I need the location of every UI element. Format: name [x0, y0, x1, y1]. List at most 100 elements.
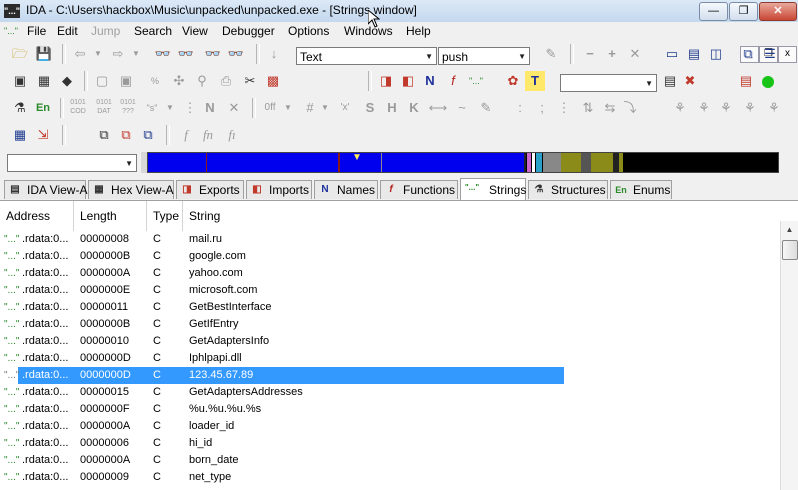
- exports-icon[interactable]: ◨: [376, 71, 396, 91]
- tab-ida-view-a[interactable]: ▤ IDA View-A: [4, 180, 87, 199]
- number-dropdown-icon[interactable]: ▼: [315, 98, 335, 118]
- close-button[interactable]: ✕: [759, 2, 797, 21]
- repeatable-comment-icon[interactable]: ;: [532, 98, 552, 118]
- percent-icon[interactable]: %: [145, 71, 165, 91]
- back-dropdown-icon[interactable]: ▼: [88, 44, 108, 64]
- tab-names[interactable]: N Names: [314, 180, 378, 199]
- tools-icon[interactable]: ✂: [240, 71, 260, 91]
- list-view-icon[interactable]: ☰: [760, 44, 780, 64]
- function-f-icon[interactable]: f: [176, 125, 196, 145]
- comment-icon[interactable]: :: [510, 98, 530, 118]
- code-view-icon[interactable]: 0101 COD: [68, 98, 88, 118]
- hide-h-icon[interactable]: H: [382, 98, 402, 118]
- notepad-icon[interactable]: ▤: [736, 71, 756, 91]
- graph-tree-2-icon[interactable]: ⚘: [694, 98, 714, 118]
- windows-cascade-icon[interactable]: ⧉: [94, 125, 114, 145]
- tree-icon[interactable]: ⚲: [192, 71, 212, 91]
- key-k-icon[interactable]: K: [404, 98, 424, 118]
- search-text-icon[interactable]: 👓: [203, 44, 223, 64]
- window-layout-1-icon[interactable]: ▭: [662, 44, 682, 64]
- color-palette-icon[interactable]: ▩: [263, 71, 283, 91]
- navigation-band[interactable]: ▼: [147, 152, 779, 173]
- unexplored-icon[interactable]: 0101 ???: [118, 98, 138, 118]
- windows-arrange-icon[interactable]: ⧉: [138, 125, 158, 145]
- search-next-icon[interactable]: 👓: [176, 44, 196, 64]
- window-layout-2-icon[interactable]: ▤: [684, 44, 704, 64]
- menu-jump[interactable]: Jump: [91, 24, 120, 38]
- table-row[interactable]: "..." .rdata:0... 0000000B C GetIfEntry: [0, 316, 780, 333]
- print-icon[interactable]: ⎙: [216, 71, 236, 91]
- menu-options[interactable]: Options: [288, 24, 329, 38]
- navigation-segment-combo[interactable]: ▼: [7, 154, 137, 172]
- table-row[interactable]: "..." .rdata:0... 00000006 Chi_id: [0, 435, 780, 452]
- type-icon[interactable]: T: [525, 71, 545, 91]
- char-icon[interactable]: 'x': [335, 98, 355, 118]
- strings-window-icon[interactable]: "...": [4, 26, 18, 36]
- save-icon[interactable]: 💾: [34, 44, 54, 64]
- rename-n-icon[interactable]: N: [200, 98, 220, 118]
- undefine-x-icon[interactable]: ✕: [224, 98, 244, 118]
- column-header-type[interactable]: Type: [147, 201, 183, 231]
- binoculars-icon[interactable]: 👓: [153, 44, 173, 64]
- structure-tree-icon[interactable]: ⚗: [10, 98, 30, 118]
- tab-functions[interactable]: f Functions: [380, 180, 458, 199]
- text-search-combo[interactable]: Text ▼: [296, 47, 437, 65]
- table-row[interactable]: "..." .rdata:0... 00000011 C GetBestInterfac…: [0, 299, 780, 316]
- menu-edit[interactable]: Edit: [57, 24, 78, 38]
- debugger-start-icon[interactable]: ▤: [660, 71, 680, 91]
- strings-icon[interactable]: "...": [466, 71, 486, 91]
- menu-file[interactable]: File: [27, 24, 46, 38]
- string-dropdown-icon[interactable]: ▼: [160, 98, 180, 118]
- data-diamond-icon[interactable]: ◆: [57, 71, 77, 91]
- vertical-scrollbar[interactable]: ▲: [780, 221, 798, 490]
- window-layout-3-icon[interactable]: ◫: [706, 44, 726, 64]
- flow-icon[interactable]: ⇆: [600, 98, 620, 118]
- names-icon[interactable]: N: [420, 71, 440, 91]
- struct-icon[interactable]: ▣: [116, 71, 136, 91]
- scrollbar-thumb[interactable]: [782, 240, 798, 260]
- menu-search[interactable]: Search: [134, 24, 172, 38]
- edit-pen-icon[interactable]: ✎: [541, 44, 561, 64]
- function-end-icon[interactable]: fı: [222, 125, 242, 145]
- segment-s-icon[interactable]: S: [360, 98, 380, 118]
- code-icon[interactable]: ▦: [34, 71, 54, 91]
- forward-arrow-icon[interactable]: ⇨: [108, 44, 128, 64]
- tab-structures[interactable]: ⚗ Structures: [528, 180, 608, 199]
- minimize-button[interactable]: —: [699, 2, 728, 21]
- search-binary-icon[interactable]: 👓: [226, 44, 246, 64]
- table-row[interactable]: "..." .rdata:0... 0000000A Cborn_date: [0, 452, 780, 469]
- cross-ref-icon[interactable]: ✣: [169, 71, 189, 91]
- expand-icon[interactable]: +: [602, 44, 622, 64]
- column-header-address[interactable]: Address: [0, 201, 74, 231]
- table-row[interactable]: "..." .rdata:0... 0000000A Cyahoo.com: [0, 265, 780, 282]
- open-folder-icon[interactable]: 🗁: [10, 44, 30, 64]
- table-row[interactable]: "..." .rdata:0... 00000008 Cmail.ru: [0, 231, 780, 248]
- edit-pencil-icon[interactable]: ✎: [476, 98, 496, 118]
- array-icon[interactable]: ⋮: [180, 98, 200, 118]
- forward-dropdown-icon[interactable]: ▼: [126, 44, 146, 64]
- table-row[interactable]: "..." .rdata:0... 0000000E Cmicrosoft.com: [0, 282, 780, 299]
- jump-down-icon[interactable]: ↓: [264, 44, 284, 64]
- posterior-lines-icon[interactable]: ⇅: [578, 98, 598, 118]
- anterior-lines-icon[interactable]: ⋮: [554, 98, 574, 118]
- back-arrow-icon[interactable]: ⇦: [70, 44, 90, 64]
- graph-tree-3-icon[interactable]: ⚘: [716, 98, 736, 118]
- menu-debugger[interactable]: Debugger: [222, 24, 275, 38]
- breakpoint-icon[interactable]: ✿: [503, 71, 523, 91]
- segment-combo[interactable]: ▼: [560, 74, 657, 92]
- string-type-icon[interactable]: "s": [142, 98, 162, 118]
- menu-help[interactable]: Help: [406, 24, 431, 38]
- table-row[interactable]: "..." .rdata:0... 0000000F C %u.%u.%u.%s: [0, 401, 780, 418]
- calculator-icon[interactable]: ▦: [10, 125, 30, 145]
- offset-dropdown-icon[interactable]: ▼: [278, 98, 298, 118]
- imports-icon[interactable]: ◧: [398, 71, 418, 91]
- xref-to-icon[interactable]: ⇲: [33, 125, 53, 145]
- maximize-button[interactable]: ❐: [729, 2, 758, 21]
- run-green-icon[interactable]: [758, 71, 778, 91]
- graph-tree-1-icon[interactable]: ⚘: [670, 98, 690, 118]
- search-value-combo[interactable]: push ▼: [438, 47, 530, 65]
- tilde-icon[interactable]: ~: [452, 98, 472, 118]
- table-row[interactable]: "..." .rdata:0... 0000000A Cloader_id: [0, 418, 780, 435]
- delete-icon[interactable]: ✕: [625, 44, 645, 64]
- table-row[interactable]: "..." .rdata:0... 0000000D C 123.45.67.89: [0, 367, 780, 384]
